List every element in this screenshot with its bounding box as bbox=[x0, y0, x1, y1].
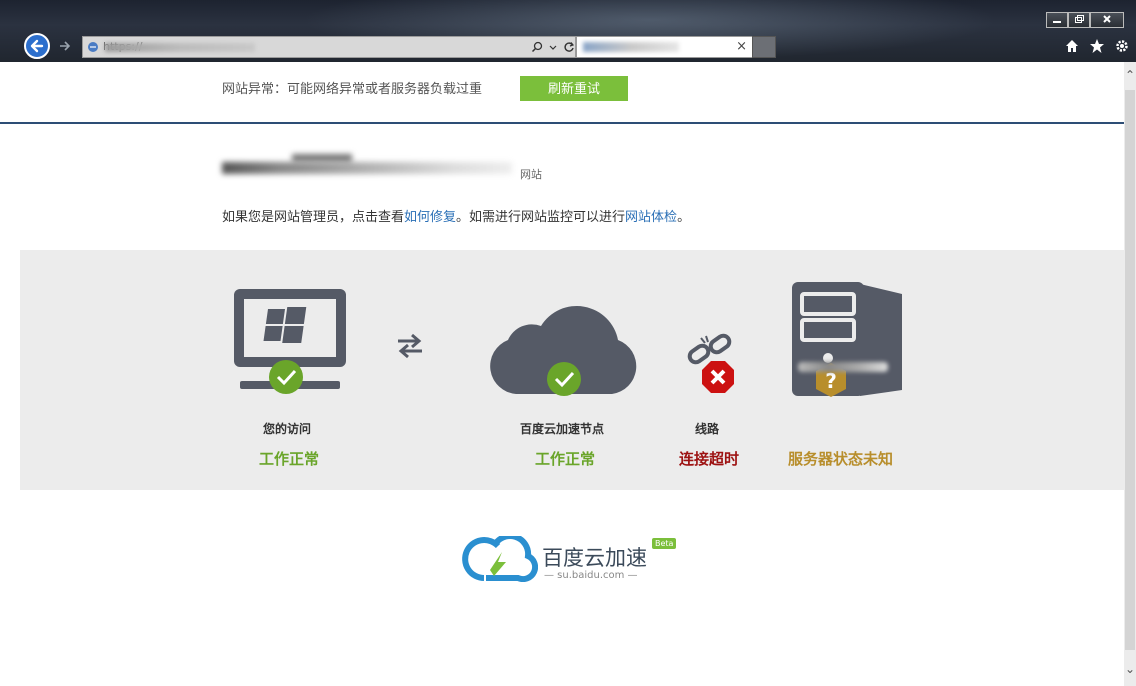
address-bar[interactable]: https:// bbox=[82, 36, 576, 58]
beta-badge: Beta bbox=[652, 538, 677, 549]
home-button[interactable] bbox=[1064, 38, 1080, 54]
retry-button[interactable]: 刷新重试 bbox=[520, 76, 628, 101]
baidu-yunjiasu-logo: 百度云加速 — su.baidu.com — Beta bbox=[460, 532, 700, 592]
tab-close-button[interactable]: × bbox=[736, 39, 747, 54]
yunjiasu-logo-icon bbox=[462, 536, 538, 582]
visit-title: 您的访问 bbox=[263, 422, 312, 436]
new-tab-button[interactable] bbox=[752, 36, 776, 58]
site-checkup-link[interactable]: 网站体检 bbox=[625, 210, 677, 225]
home-icon bbox=[1066, 40, 1078, 52]
close-icon bbox=[1103, 15, 1111, 23]
scroll-down-icon[interactable]: ⌄ bbox=[1124, 662, 1136, 678]
error-page: 网站异常：可能网络异常或者服务器负载过重 刷新重试 网站 如果您是网站管理员，点… bbox=[0, 62, 1124, 686]
page-favicon-icon bbox=[88, 42, 98, 52]
check-icon bbox=[547, 362, 581, 396]
minimize-button[interactable] bbox=[1046, 12, 1068, 28]
route-title: 线路 bbox=[695, 422, 720, 436]
tools-button[interactable] bbox=[1114, 38, 1130, 54]
node-title: 百度云加速节点 bbox=[520, 422, 605, 436]
restore-icon bbox=[1075, 15, 1084, 23]
node-status: 工作正常 bbox=[535, 450, 596, 468]
toolbar-icons bbox=[1064, 38, 1130, 54]
settings-gear-icon bbox=[1116, 40, 1128, 52]
scroll-up-icon[interactable]: ⌃ bbox=[1124, 68, 1136, 84]
swap-arrows-icon bbox=[398, 333, 422, 359]
back-arrow-icon bbox=[30, 39, 44, 53]
minimize-icon bbox=[1053, 21, 1061, 23]
dropdown-icon[interactable] bbox=[549, 41, 557, 53]
admin-hint-suffix: 。 bbox=[677, 210, 691, 225]
server-name-redacted bbox=[798, 362, 888, 372]
route-status: 连接超时 bbox=[679, 450, 740, 468]
vertical-scrollbar[interactable]: ⌃ ⌄ bbox=[1124, 62, 1136, 686]
refresh-icon[interactable] bbox=[563, 41, 575, 53]
admin-hint: 如果您是网站管理员，点击查看如何修复。如需进行网站监控可以进行网站体检。 bbox=[222, 206, 690, 225]
server-status: 服务器状态未知 bbox=[788, 450, 894, 468]
favorites-button[interactable] bbox=[1089, 38, 1105, 54]
favorites-star-icon bbox=[1090, 39, 1104, 53]
tab-title-redacted bbox=[583, 42, 679, 52]
search-icon[interactable] bbox=[531, 41, 543, 53]
check-icon bbox=[269, 360, 303, 394]
repair-link[interactable]: 如何修复 bbox=[404, 210, 456, 225]
admin-hint-prefix: 如果您是网站管理员，点击查看 bbox=[222, 210, 405, 225]
url-redacted bbox=[105, 43, 255, 52]
close-window-button[interactable] bbox=[1090, 12, 1124, 28]
browser-tab[interactable]: × bbox=[576, 36, 756, 58]
site-name-redacted bbox=[222, 154, 522, 180]
back-button[interactable] bbox=[24, 33, 50, 59]
admin-hint-middle: 。如需进行网站监控可以进行 bbox=[456, 210, 626, 225]
error-topbar: 网站异常：可能网络异常或者服务器负载过重 刷新重试 bbox=[0, 62, 1124, 124]
error-message: 网站异常：可能网络异常或者服务器负载过重 bbox=[222, 82, 483, 97]
browser-chrome: https:// × bbox=[0, 0, 1136, 62]
site-suffix: 网站 bbox=[520, 168, 542, 181]
svg-text:?: ? bbox=[825, 369, 837, 393]
error-x-icon bbox=[702, 361, 734, 393]
address-tools bbox=[531, 39, 575, 55]
brand-name: 百度云加速 bbox=[542, 546, 647, 570]
window-controls bbox=[1046, 12, 1124, 28]
restore-button[interactable] bbox=[1068, 12, 1090, 28]
scroll-thumb[interactable] bbox=[1125, 90, 1135, 650]
forward-button[interactable] bbox=[56, 37, 74, 55]
visit-status: 工作正常 bbox=[259, 450, 320, 468]
forward-arrow-icon bbox=[60, 41, 71, 51]
brand-domain: — su.baidu.com — bbox=[544, 570, 638, 581]
